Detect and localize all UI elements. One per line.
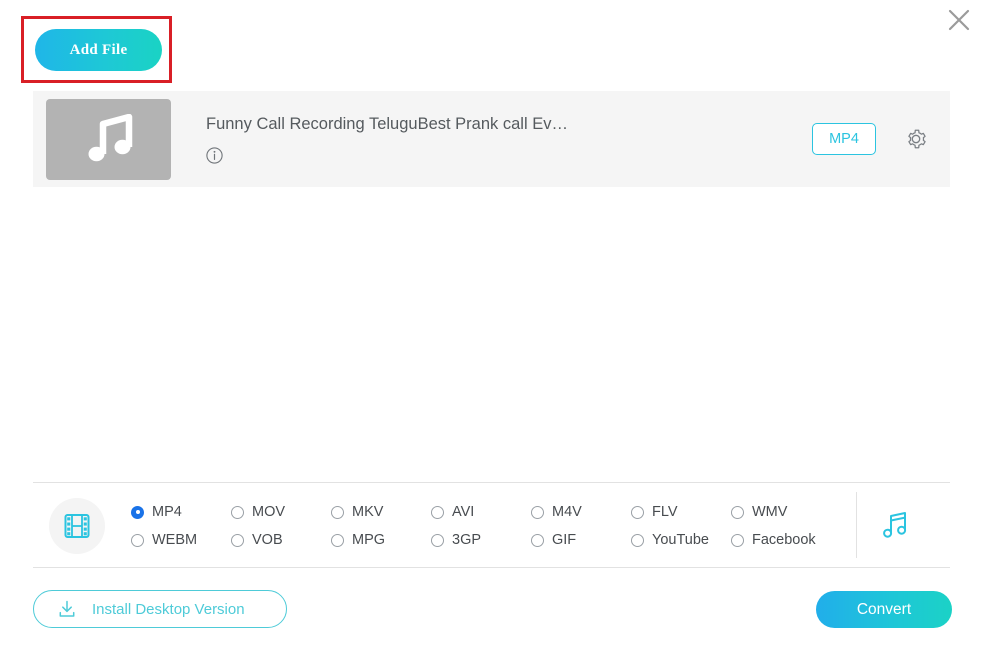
format-radio-mpg[interactable]: MPG	[331, 532, 431, 548]
format-radio-label: WMV	[752, 504, 788, 520]
gear-icon	[908, 129, 926, 149]
formats-bottom-divider	[33, 567, 950, 568]
format-radio-youtube[interactable]: YouTube	[631, 532, 731, 548]
format-radio-label: Facebook	[752, 532, 816, 548]
radio-mark	[431, 505, 444, 519]
format-radio-avi[interactable]: AVI	[431, 504, 531, 520]
format-panel: MP4 MOV MKV AVI M4V FLV WMV WEBM VOB MPG 3GP GIF You…	[33, 488, 950, 564]
file-format-badge[interactable]: MP4	[812, 123, 876, 155]
radio-mark	[731, 533, 744, 547]
file-thumbnail	[46, 98, 171, 180]
format-radio-label: M4V	[552, 504, 582, 520]
video-formats-button[interactable]	[49, 498, 105, 554]
format-radio-facebook[interactable]: Facebook	[731, 532, 831, 548]
add-file-annotation-box: Add File	[21, 16, 172, 83]
format-radio-label: MP4	[152, 504, 182, 520]
radio-mark	[231, 533, 244, 547]
format-radio-gif[interactable]: GIF	[531, 532, 631, 548]
radio-mark	[731, 505, 744, 519]
install-desktop-version-label: Install Desktop Version	[92, 600, 245, 618]
format-radio-label: WEBM	[152, 532, 198, 548]
radio-mark	[631, 505, 644, 519]
format-radio-label: MPG	[352, 532, 386, 548]
info-icon	[206, 146, 223, 164]
file-title: Funny Call Recording TeluguBest Prank ca…	[206, 114, 568, 133]
file-settings-button[interactable]	[904, 127, 928, 151]
format-radio-vob[interactable]: VOB	[231, 532, 331, 548]
radio-mark	[131, 505, 144, 519]
download-icon	[56, 598, 78, 620]
convert-button[interactable]: Convert	[816, 591, 952, 628]
close-window-button[interactable]	[941, 2, 977, 38]
radio-mark	[531, 533, 544, 547]
music-note-icon	[883, 512, 907, 538]
radio-mark	[531, 505, 544, 519]
radio-mark	[331, 505, 344, 519]
format-radio-label: VOB	[252, 532, 283, 548]
radio-mark	[631, 533, 644, 547]
format-radio-3gp[interactable]: 3GP	[431, 532, 531, 548]
add-file-button[interactable]: Add File	[35, 29, 162, 71]
file-row-actions: MP4	[812, 123, 928, 155]
formats-top-divider	[33, 482, 950, 483]
format-radio-m4v[interactable]: M4V	[531, 504, 631, 520]
format-radio-flv[interactable]: FLV	[631, 504, 731, 520]
format-radio-group: MP4 MOV MKV AVI M4V FLV WMV WEBM VOB MPG 3GP GIF You…	[131, 498, 831, 554]
radio-mark	[431, 533, 444, 547]
format-radio-mkv[interactable]: MKV	[331, 504, 431, 520]
format-radio-wmv[interactable]: WMV	[731, 504, 831, 520]
install-desktop-version-button[interactable]: Install Desktop Version	[33, 590, 287, 628]
close-icon	[948, 9, 970, 31]
audio-formats-button[interactable]	[874, 505, 914, 545]
format-radio-label: AVI	[452, 504, 475, 520]
format-radio-label: YouTube	[652, 532, 709, 548]
radio-mark	[131, 533, 144, 547]
format-radio-label: GIF	[552, 532, 577, 548]
music-note-icon	[88, 114, 132, 162]
format-radio-label: 3GP	[452, 532, 482, 548]
film-strip-icon	[64, 514, 90, 538]
format-radio-webm[interactable]: WEBM	[131, 532, 231, 548]
file-info-button[interactable]	[206, 146, 223, 164]
file-meta: Funny Call Recording TeluguBest Prank ca…	[206, 115, 812, 164]
formats-vertical-divider	[856, 492, 857, 558]
file-list-item[interactable]: Funny Call Recording TeluguBest Prank ca…	[33, 91, 950, 187]
format-radio-mov[interactable]: MOV	[231, 504, 331, 520]
format-radio-label: MOV	[252, 504, 286, 520]
radio-mark	[331, 533, 344, 547]
format-radio-label: FLV	[652, 504, 678, 520]
radio-mark	[231, 505, 244, 519]
format-radio-mp4[interactable]: MP4	[131, 504, 231, 520]
format-radio-label: MKV	[352, 504, 384, 520]
